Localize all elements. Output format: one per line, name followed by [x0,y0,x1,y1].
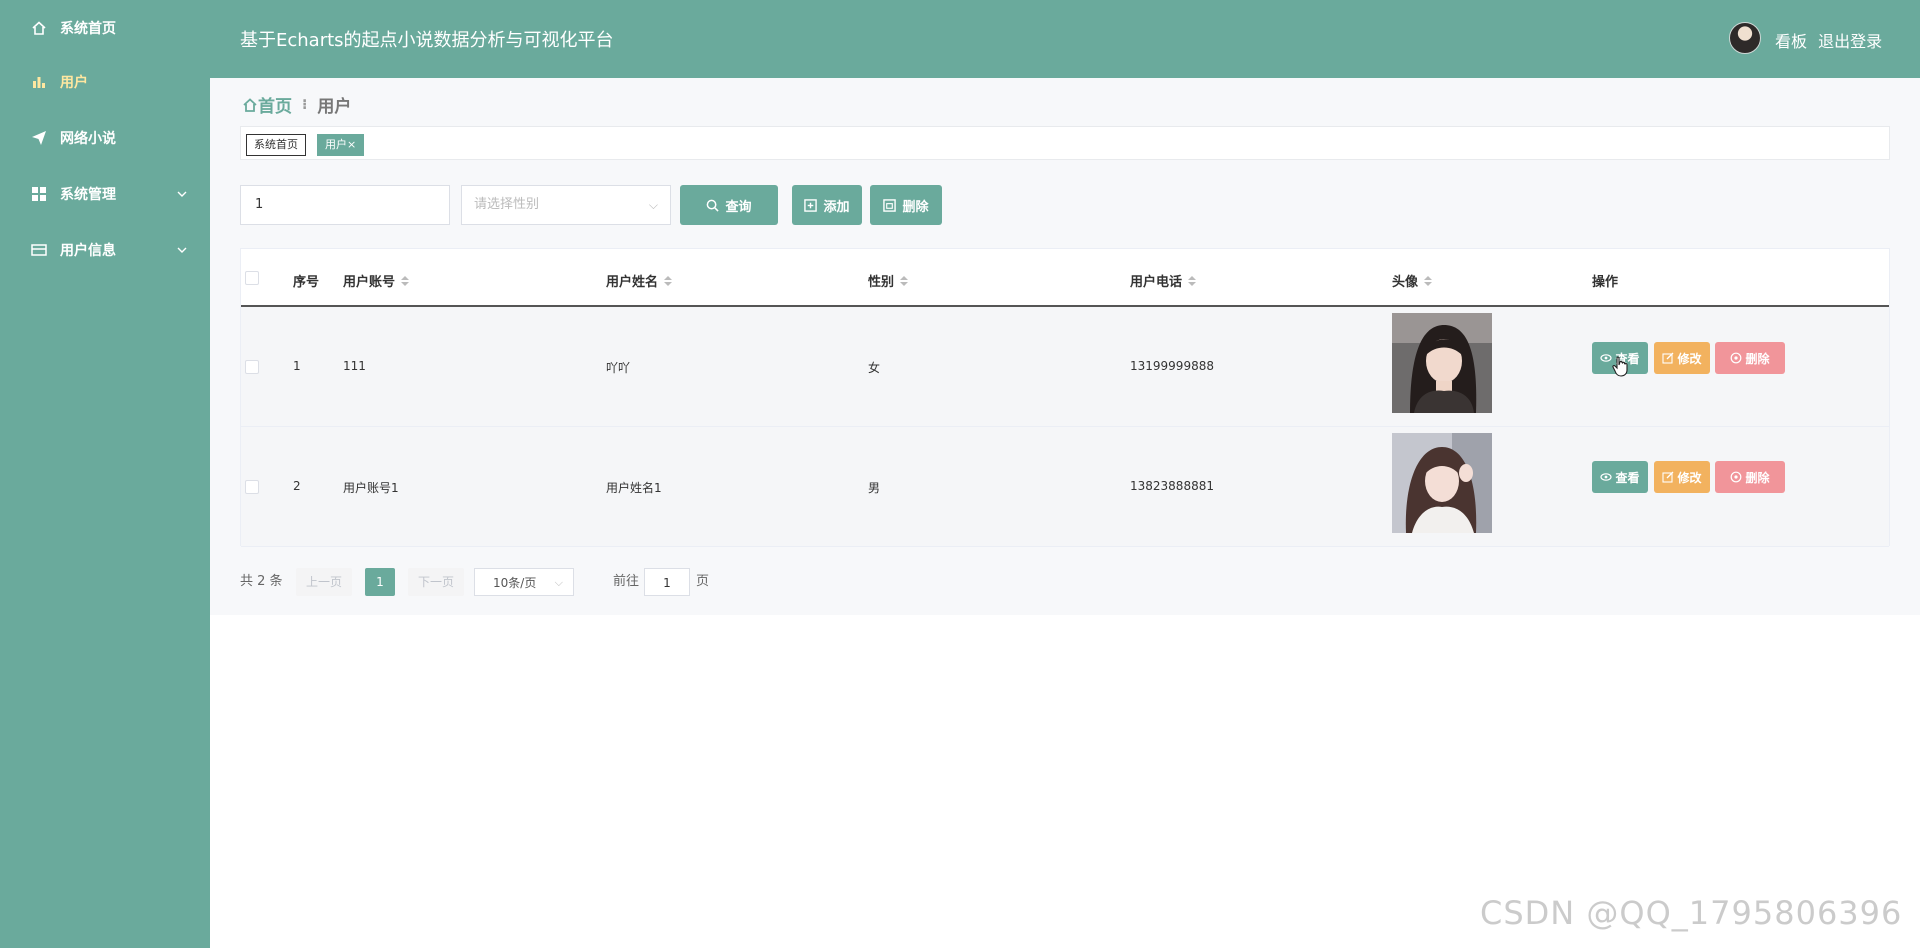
edit-icon [1662,352,1674,364]
edit-button[interactable]: 修改 [1654,342,1710,374]
sort-icon[interactable] [1424,275,1433,286]
sidebar-item-label: 系统首页 [60,21,116,37]
row-checkbox[interactable] [245,360,259,374]
tag-home[interactable]: 系统首页 [246,134,306,156]
gender-select[interactable]: 请选择性别 ⌵ [461,185,671,225]
paper-plane-icon [30,129,48,147]
prev-page-button[interactable]: 上一页 [296,568,352,596]
chevron-down-icon [176,188,188,204]
sidebar-item-novels[interactable]: 网络小说 [0,110,210,166]
page-size-select[interactable]: 10条/页 ⌵ [474,568,574,596]
column-header-phone[interactable]: 用户电话 [1130,271,1197,290]
sort-icon[interactable] [401,275,410,286]
column-header-avatar[interactable]: 头像 [1392,271,1433,290]
app-title: 基于Echarts的起点小说数据分析与可视化平台 [240,30,614,51]
bar-chart-icon [30,73,48,91]
column-header-name[interactable]: 用户姓名 [606,271,673,290]
pagination-total: 共 2 条 [240,574,283,589]
query-button[interactable]: 查询 [680,185,778,225]
breadcrumb-home[interactable]: 首页 [242,92,292,117]
home-icon [243,97,257,112]
user-avatar-image [1392,433,1492,533]
cell-gender: 女 [868,361,881,375]
sort-icon[interactable] [1188,275,1197,286]
sidebar-item-label: 用户 [60,75,88,91]
main-content: 首页 ⁝ 用户 系统首页 用户× 1 请选择性别 ⌵ 查询 添加 删除 序号 用… [210,78,1920,615]
sidebar-item-users[interactable]: 用户 [0,54,210,110]
cell-account: 用户账号1 [343,481,399,495]
sidebar-item-label: 网络小说 [60,131,116,147]
header-links: 看板 退出登录 [1775,28,1888,52]
eye-icon [1600,471,1613,483]
avatar[interactable] [1729,22,1761,54]
next-page-button[interactable]: 下一页 [408,568,464,596]
sidebar-item-user-info[interactable]: 用户信息 [0,222,210,278]
table-row: 1 111 吖吖 女 13199999888 查看 修改 删除 [241,307,1889,427]
chevron-down-icon [176,244,188,260]
column-header-index: 序号 [293,275,320,290]
page-suffix: 页 [696,574,710,589]
close-icon[interactable]: × [347,138,356,151]
sort-icon[interactable] [900,275,909,286]
goto-label: 前往 [613,574,640,589]
row-checkbox[interactable] [245,480,259,494]
watermark: CSDN @QQ_1795806396 [1480,894,1903,932]
view-button[interactable]: 查看 [1592,461,1648,493]
cell-index: 2 [293,479,301,493]
page-number-button[interactable]: 1 [365,568,395,596]
delete-button[interactable]: 删除 [1715,342,1785,374]
cell-phone: 13823888881 [1130,479,1214,493]
grid-icon [30,185,48,203]
cell-account: 111 [343,359,366,373]
add-button[interactable]: 添加 [792,185,862,225]
select-all-checkbox[interactable] [245,271,259,285]
column-header-account[interactable]: 用户账号 [343,271,410,290]
cell-phone: 13199999888 [1130,359,1214,373]
hand-cursor-icon [1612,356,1628,377]
table-header: 序号 用户账号 用户姓名 性别 用户电话 头像 操作 [241,249,1889,307]
remove-circle-icon [1730,471,1742,483]
users-table: 序号 用户账号 用户姓名 性别 用户电话 头像 操作 1 111 吖吖 女 13… [240,248,1890,547]
top-header: 基于Echarts的起点小说数据分析与可视化平台 看板 退出登录 [210,0,1920,78]
goto-page-input[interactable]: 1 [644,568,690,596]
cell-name: 用户姓名1 [606,481,662,495]
batch-delete-button[interactable]: 删除 [870,185,942,225]
logout-link[interactable]: 退出登录 [1818,32,1882,51]
cell-index: 1 [293,359,301,373]
sidebar-item-label: 用户信息 [60,243,116,259]
delete-button[interactable]: 删除 [1715,461,1785,493]
card-icon [30,241,48,259]
column-header-gender[interactable]: 性别 [868,271,909,290]
plus-square-icon [804,198,818,212]
sidebar-item-system[interactable]: 系统管理 [0,166,210,222]
remove-circle-icon [1730,352,1742,364]
edit-button[interactable]: 修改 [1654,461,1710,493]
tag-users[interactable]: 用户× [317,134,365,156]
user-avatar-image [1392,313,1492,413]
breadcrumb-separator-icon: ⁝ [302,96,308,113]
account-search-input[interactable]: 1 [240,185,450,225]
delete-square-icon [883,198,897,212]
table-row: 2 用户账号1 用户姓名1 男 13823888881 查看 修改 删除 [241,427,1889,547]
dashboard-link[interactable]: 看板 [1775,32,1807,51]
sidebar-item-home[interactable]: 系统首页 [0,0,210,56]
tags-bar: 系统首页 用户× [240,126,1890,160]
sidebar-item-label: 系统管理 [60,187,116,203]
edit-icon [1662,471,1674,483]
column-header-actions: 操作 [1592,275,1619,290]
breadcrumb: 首页 ⁝ 用户 [242,92,351,117]
cell-gender: 男 [868,481,881,495]
sidebar: 系统首页 用户 网络小说 系统管理 用户信息 [0,0,210,948]
chevron-down-icon: ⌵ [648,198,658,212]
breadcrumb-current: 用户 [317,97,352,117]
sort-icon[interactable] [664,275,673,286]
home-icon [30,19,48,37]
cell-name: 吖吖 [606,361,631,375]
search-icon [706,199,720,212]
eye-icon [1600,352,1613,364]
chevron-down-icon: ⌵ [554,576,563,589]
